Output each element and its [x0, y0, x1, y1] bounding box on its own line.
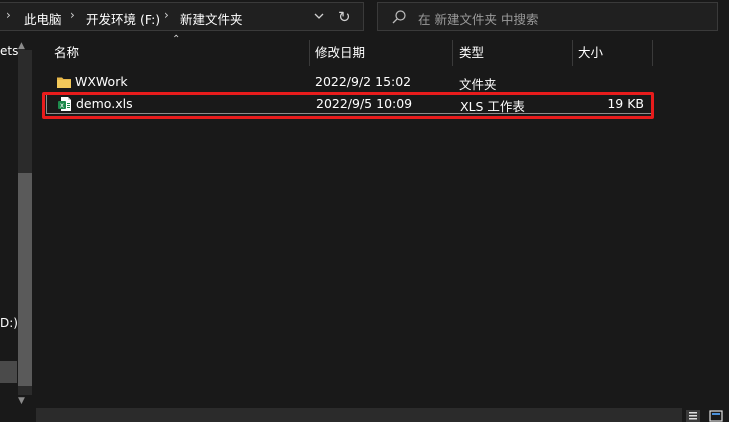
chevron-right-icon[interactable]: ›	[164, 8, 169, 22]
column-header-modified[interactable]: 修改日期	[315, 42, 451, 66]
details-view-icon[interactable]	[686, 410, 700, 422]
chevron-down-icon[interactable]	[312, 9, 326, 23]
column-header-type[interactable]: 类型	[459, 42, 569, 66]
refresh-icon[interactable]: ↻	[338, 8, 351, 26]
column-divider[interactable]	[572, 40, 573, 66]
search-input[interactable]: 在 新建文件夹 中搜索	[418, 9, 538, 28]
column-header-size[interactable]: 大小	[578, 42, 652, 66]
column-header-type-label: 类型	[459, 45, 485, 60]
breadcrumb-current-folder[interactable]: 新建文件夹	[180, 9, 243, 28]
file-type: 文件夹	[459, 77, 497, 92]
horizontal-scrollbar[interactable]	[36, 408, 682, 422]
chevron-right-icon[interactable]: ›	[70, 8, 75, 22]
highlight-box	[42, 92, 654, 119]
column-header-modified-label: 修改日期	[315, 45, 366, 60]
nav-item-partial-drive[interactable]: D:)	[0, 316, 18, 330]
nav-selected-item[interactable]	[0, 361, 17, 383]
breadcrumb-drive[interactable]: 开发环境 (F:)	[86, 9, 160, 28]
column-divider[interactable]	[309, 40, 310, 66]
column-header-name[interactable]: 名称	[54, 42, 308, 66]
breadcrumb-this-pc[interactable]: 此电脑	[24, 9, 62, 28]
nav-scrollbar-thumb[interactable]	[18, 173, 32, 386]
file-modified: 2022/9/2 15:02	[315, 74, 412, 89]
folder-icon	[57, 77, 71, 88]
search-box[interactable]: 在 新建文件夹 中搜索	[377, 2, 718, 31]
address-bar[interactable]: › 此电脑 › 开发环境 (F:) › 新建文件夹 ↻	[0, 2, 364, 31]
column-header-name-label: 名称	[54, 45, 80, 60]
chevron-right-icon[interactable]: ›	[6, 8, 11, 22]
large-icons-view-icon[interactable]	[709, 410, 723, 422]
file-row-wxwork[interactable]: WXWork 2022/9/2 15:02 文件夹	[46, 72, 653, 93]
column-divider[interactable]	[452, 40, 453, 66]
file-name: WXWork	[75, 74, 128, 89]
column-divider[interactable]	[652, 40, 653, 66]
nav-item-partial[interactable]: ets	[0, 44, 18, 58]
column-header-size-label: 大小	[578, 45, 604, 60]
search-icon	[392, 10, 406, 24]
scroll-down-icon[interactable]: ▼	[18, 396, 25, 406]
